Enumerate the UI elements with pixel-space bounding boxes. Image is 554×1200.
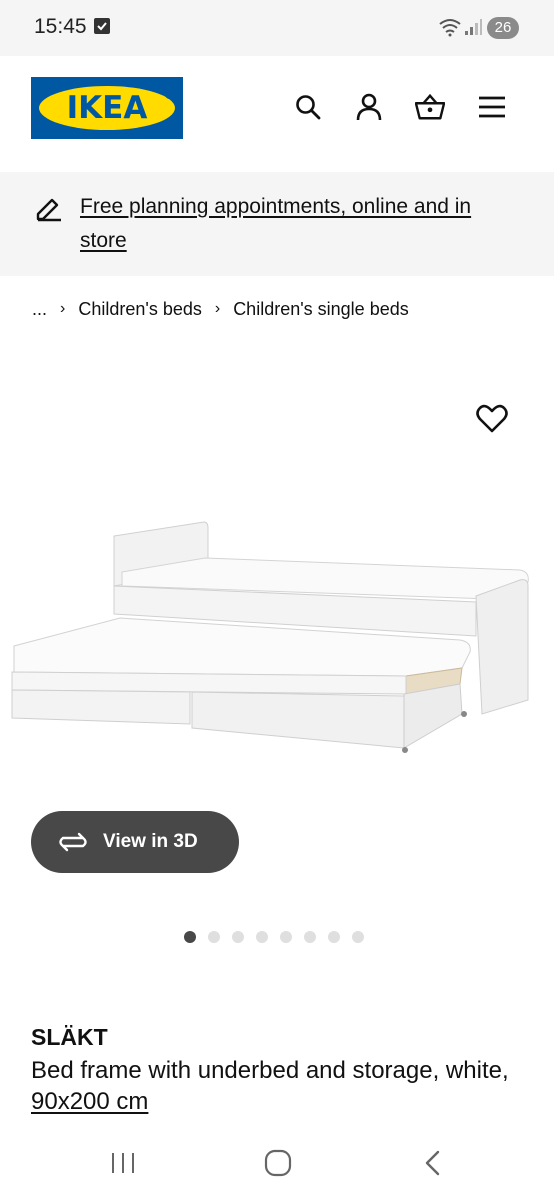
- carousel-dot[interactable]: [256, 931, 268, 943]
- wifi-icon: [438, 17, 462, 42]
- ikea-logo[interactable]: IKEA: [31, 77, 183, 139]
- pencil-icon: [35, 194, 63, 227]
- signal-icon: [464, 18, 482, 41]
- home-icon[interactable]: [258, 1146, 298, 1180]
- basket-icon[interactable]: [415, 92, 445, 122]
- product-description: Bed frame with underbed and storage, whi…: [31, 1055, 521, 1117]
- carousel-dot[interactable]: [352, 931, 364, 943]
- account-icon[interactable]: [354, 92, 384, 122]
- breadcrumb-ellipsis[interactable]: ...: [32, 299, 47, 320]
- planning-appointments-link[interactable]: Free planning appointments, online and i…: [80, 190, 520, 258]
- product-image[interactable]: [0, 500, 554, 770]
- size-link[interactable]: 90x200 cm: [31, 1088, 148, 1115]
- recent-apps-icon[interactable]: [103, 1146, 143, 1180]
- battery-indicator: 26: [487, 17, 519, 39]
- rotate-3d-icon: [57, 831, 89, 853]
- product-description-text: Bed frame with underbed and storage, whi…: [31, 1057, 509, 1084]
- back-icon[interactable]: [413, 1146, 453, 1180]
- search-icon[interactable]: [293, 92, 323, 122]
- site-header: IKEA: [0, 56, 554, 172]
- heart-icon[interactable]: [476, 404, 508, 436]
- menu-icon[interactable]: [477, 92, 507, 122]
- carousel-dot[interactable]: [208, 931, 220, 943]
- image-carousel-dots: [184, 931, 364, 943]
- chevron-right-icon: ›: [214, 300, 221, 317]
- breadcrumb-childrens-single-beds[interactable]: Children's single beds: [233, 299, 409, 320]
- chevron-right-icon: ›: [60, 300, 66, 317]
- carousel-dot[interactable]: [328, 931, 340, 943]
- check-notification-icon: [94, 18, 110, 34]
- view-in-3d-label: View in 3D: [103, 831, 198, 852]
- planning-banner: Free planning appointments, online and i…: [0, 172, 554, 276]
- system-nav-bar: [0, 1130, 554, 1200]
- registered-mark: [165, 90, 174, 99]
- status-time: 15:45: [34, 15, 87, 38]
- breadcrumb-childrens-beds[interactable]: Children's beds: [78, 299, 202, 320]
- carousel-dot[interactable]: [280, 931, 292, 943]
- product-name: SLÄKT: [31, 1024, 108, 1050]
- carousel-dot[interactable]: [232, 931, 244, 943]
- status-bar: 15:45 26: [0, 0, 554, 56]
- view-in-3d-button[interactable]: View in 3D: [31, 811, 239, 873]
- logo-text: IKEA: [66, 90, 148, 126]
- breadcrumb: ... › Children's beds › Children's singl…: [32, 296, 409, 322]
- carousel-dot[interactable]: [184, 931, 196, 943]
- carousel-dot[interactable]: [304, 931, 316, 943]
